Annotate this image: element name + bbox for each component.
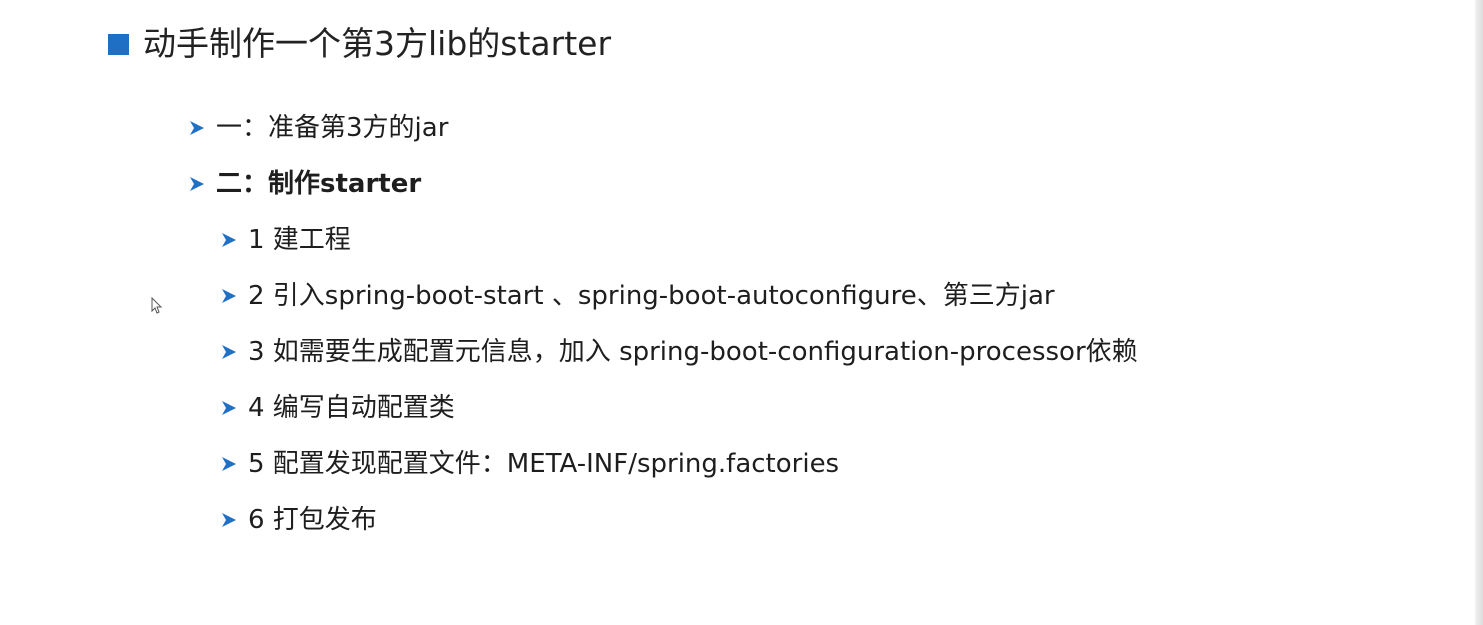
chevron-arrow-icon <box>222 401 236 415</box>
window-edge <box>1475 0 1483 625</box>
list-item-label: 2 引入spring-boot-start 、spring-boot-autoc… <box>248 281 1055 311</box>
chevron-arrow-icon <box>190 177 204 191</box>
list-item-label: 5 配置发现配置文件：META-INF/spring.factories <box>248 449 840 479</box>
list-item: 6 打包发布 <box>220 502 377 538</box>
square-bullet-icon <box>108 33 129 55</box>
mouse-cursor-icon <box>151 297 163 314</box>
list-item-label: 一：准备第3方的jar <box>216 113 449 143</box>
list-item-label: 4 编写自动配置类 <box>248 393 455 423</box>
chevron-arrow-icon <box>222 457 236 471</box>
chevron-arrow-icon <box>190 121 204 135</box>
chevron-arrow-icon <box>222 233 236 247</box>
list-item: 3 如需要生成配置元信息，加入 spring-boot-configuratio… <box>220 334 1138 370</box>
chevron-arrow-icon <box>222 345 236 359</box>
chevron-arrow-icon <box>222 513 236 527</box>
list-item: 5 配置发现配置文件：META-INF/spring.factories <box>220 446 839 482</box>
list-item-label: 6 打包发布 <box>248 505 377 535</box>
list-item-label: 1 建工程 <box>248 225 351 255</box>
slide-title: 动手制作一个第3方lib的starter <box>143 24 612 63</box>
list-item-label: 3 如需要生成配置元信息，加入 spring-boot-configuratio… <box>248 337 1138 367</box>
list-item-label: 二：制作starter <box>216 169 422 199</box>
list-item: 二：制作starter <box>188 166 421 202</box>
list-item: 1 建工程 <box>220 222 351 258</box>
chevron-arrow-icon <box>222 289 236 303</box>
list-item: 4 编写自动配置类 <box>220 390 455 426</box>
slide-title-row: 动手制作一个第3方lib的starter <box>108 22 611 66</box>
list-item: 2 引入spring-boot-start 、spring-boot-autoc… <box>220 278 1055 314</box>
list-item: 一：准备第3方的jar <box>188 110 448 146</box>
slide: 动手制作一个第3方lib的starter 一：准备第3方的jar 二：制作sta… <box>0 0 1483 625</box>
